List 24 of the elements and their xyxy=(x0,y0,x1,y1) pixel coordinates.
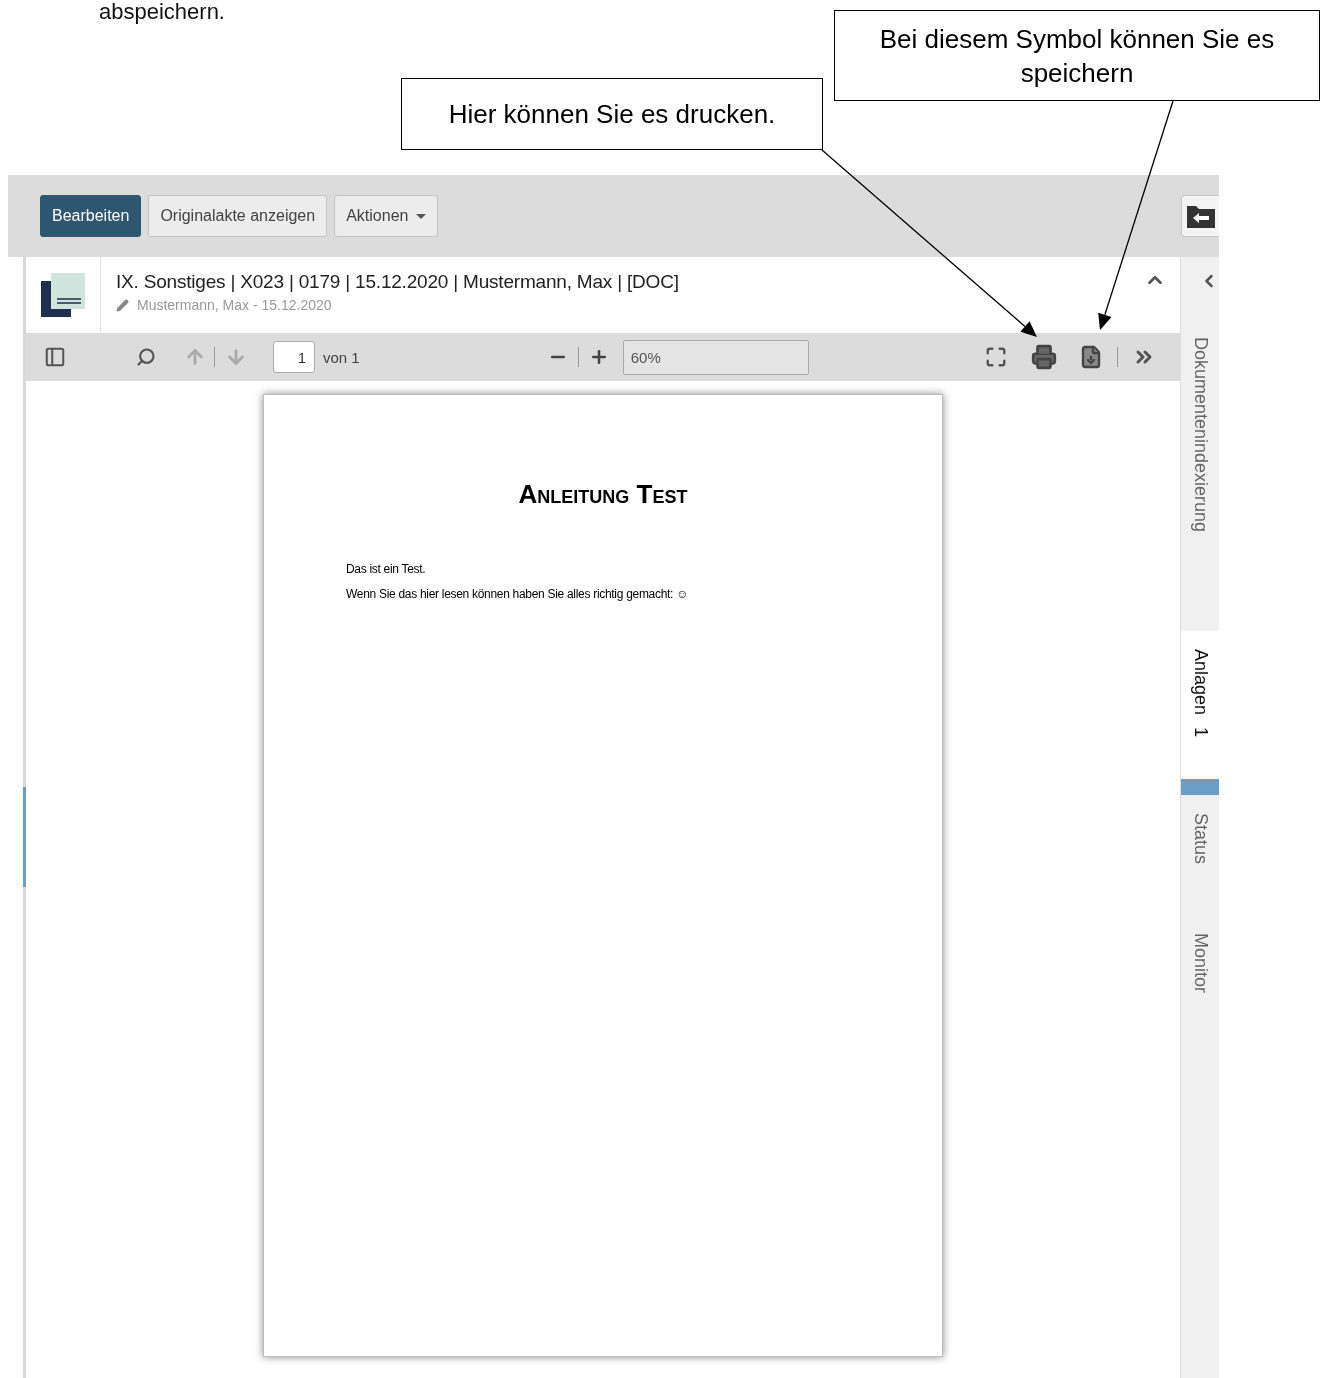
edit-button[interactable]: Bearbeiten xyxy=(40,195,142,237)
sidebar-toggle-icon[interactable] xyxy=(44,346,66,368)
printer-icon[interactable] xyxy=(1030,344,1057,370)
page-total: von 1 xyxy=(323,348,360,366)
document-logo-icon xyxy=(39,271,87,319)
document-heading: Anleitung Test xyxy=(517,479,689,510)
callout-box: Bei diesem Symbol können Sie es speichern xyxy=(834,10,1320,101)
open-original-button[interactable]: Originalakte anzeigen xyxy=(148,195,328,237)
callout-box: Hier können Sie es drucken. xyxy=(401,78,823,150)
search-icon[interactable] xyxy=(136,347,156,367)
document-paragraph: Wenn Sie das hier lesen können haben Sie alles richtig gemacht: ☺ xyxy=(346,587,690,601)
page-number-field[interactable]: 1 xyxy=(273,341,315,373)
document-paragraph: Das ist ein Test. xyxy=(346,562,427,576)
side-tab[interactable]: Anlagen 1 xyxy=(1181,631,1219,795)
document-title: IX. Sonstiges | X023 | 0179 | 15.12.2020 | Mustermann, Max | [DOC] xyxy=(116,271,680,293)
pencil-icon xyxy=(116,298,129,312)
fullscreen-icon[interactable] xyxy=(984,346,1007,368)
actions-dropdown[interactable]: Aktionen xyxy=(334,195,439,237)
caret-icon xyxy=(416,213,427,219)
zoom-field[interactable]: 60% xyxy=(622,339,809,375)
instruction-text: abspeichern. xyxy=(99,0,225,24)
document-meta: Mustermann, Max - 15.12.2020 xyxy=(137,297,332,313)
folder-back-button[interactable] xyxy=(1181,195,1219,237)
folder-arrow-icon xyxy=(1185,203,1216,229)
